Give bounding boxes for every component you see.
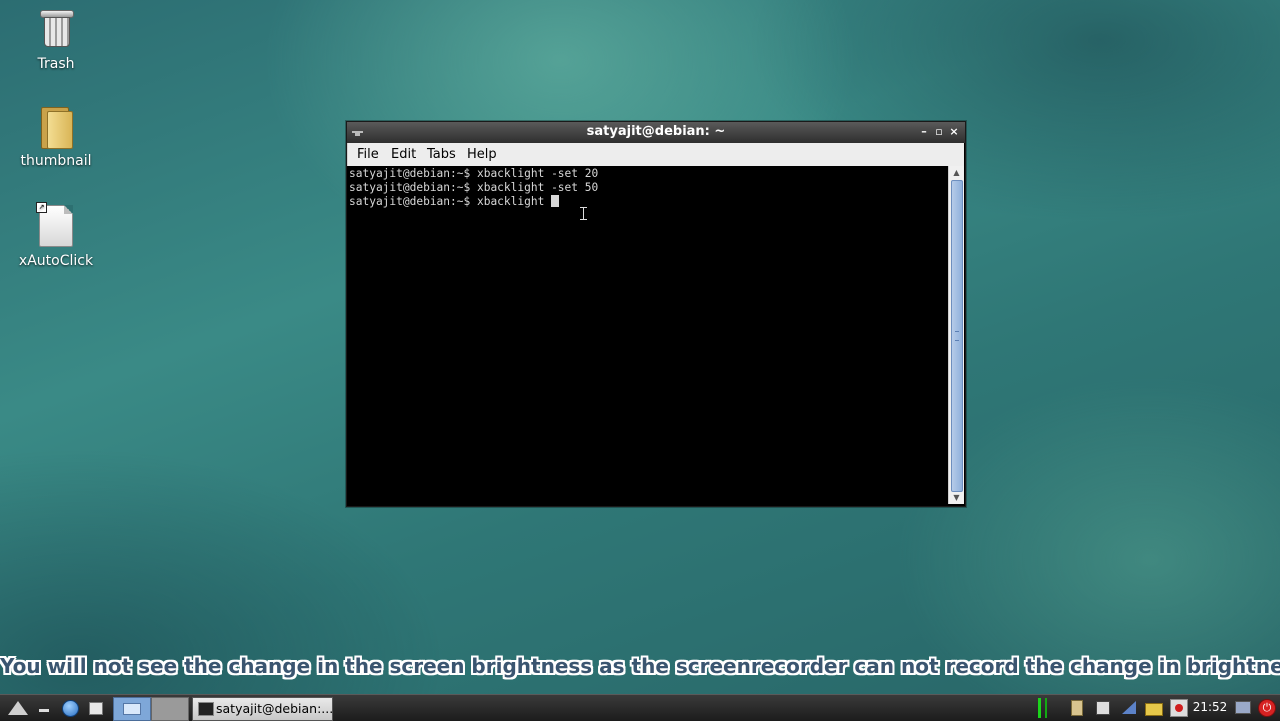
start-menu-icon[interactable] bbox=[4, 697, 32, 719]
menu-help[interactable]: Help bbox=[467, 146, 497, 163]
terminal-line: satyajit@debian:~$ xbacklight -set 20 bbox=[349, 167, 599, 180]
taskbar: satyajit@debian:... 21:52 ⏻ bbox=[0, 694, 1280, 721]
desktop-icon-xautoclick[interactable]: ↗ xAutoClick bbox=[11, 202, 101, 269]
tray-separator bbox=[1038, 698, 1041, 718]
minimize-all-icon[interactable] bbox=[36, 697, 52, 719]
trash-icon bbox=[40, 10, 74, 47]
minimize-button[interactable]: – bbox=[917, 122, 931, 142]
record-icon[interactable] bbox=[1170, 699, 1188, 717]
window-title: satyajit@debian: ~ bbox=[586, 124, 726, 139]
menu-edit[interactable]: Edit bbox=[391, 146, 416, 163]
desktop-icon-thumbnail[interactable]: thumbnail bbox=[11, 107, 101, 169]
tray-separator bbox=[1045, 698, 1047, 718]
mouse-ibeam-cursor-icon bbox=[580, 207, 587, 220]
desktop-icon-label: Trash bbox=[37, 56, 75, 72]
desktop-icon-label: thumbnail bbox=[20, 153, 92, 169]
network-signal-icon[interactable] bbox=[1120, 699, 1136, 715]
file-manager-icon[interactable] bbox=[86, 697, 106, 719]
desktop-icon-label: xAutoClick bbox=[18, 253, 94, 269]
menu-file[interactable]: File bbox=[357, 146, 379, 163]
folder-tray-icon[interactable] bbox=[1144, 699, 1163, 716]
clock[interactable]: 21:52 bbox=[1192, 695, 1228, 721]
menu-tabs[interactable]: Tabs bbox=[427, 146, 456, 163]
workspace-2-button[interactable] bbox=[151, 697, 189, 721]
terminal-line: satyajit@debian:~$ xbacklight -set 50 bbox=[349, 181, 599, 194]
text-cursor bbox=[551, 195, 560, 207]
web-browser-icon[interactable] bbox=[60, 697, 80, 719]
desktop-icon-trash[interactable]: Trash bbox=[11, 10, 101, 72]
power-icon[interactable]: ⏻ bbox=[1258, 699, 1276, 717]
terminal-prompt-line: satyajit@debian:~$ xbacklight bbox=[349, 195, 947, 209]
scroll-up-arrow-icon[interactable]: ▲ bbox=[949, 166, 964, 179]
workspace-1-button[interactable] bbox=[113, 697, 151, 721]
folder-icon bbox=[41, 107, 73, 149]
scrollbar-thumb[interactable] bbox=[951, 180, 963, 492]
scroll-down-arrow-icon[interactable]: ▼ bbox=[949, 491, 964, 504]
shortcut-badge-icon: ↗ bbox=[36, 202, 47, 213]
menubar: File Edit Tabs Help bbox=[347, 143, 964, 166]
taskbar-terminal-button[interactable]: satyajit@debian:... bbox=[192, 697, 333, 721]
window-titlebar[interactable]: satyajit@debian: ~ – ▫ × bbox=[347, 122, 965, 143]
clipboard-icon[interactable] bbox=[1068, 699, 1084, 716]
taskbar-task-label: satyajit@debian:... bbox=[216, 701, 334, 716]
vertical-scrollbar[interactable]: ▲ ▼ bbox=[948, 166, 964, 504]
terminal-output[interactable]: satyajit@debian:~$ xbacklight -set 20 sa… bbox=[349, 166, 947, 505]
document-icon: ↗ bbox=[36, 202, 73, 247]
video-caption: You will not see the change in the scree… bbox=[0, 654, 1280, 678]
close-button[interactable]: × bbox=[947, 122, 961, 142]
battery-icon[interactable] bbox=[1094, 699, 1110, 715]
terminal-current-input: satyajit@debian:~$ xbacklight bbox=[349, 195, 552, 208]
window-menu-icon[interactable] bbox=[352, 128, 363, 136]
terminal-icon bbox=[198, 702, 214, 716]
maximize-button[interactable]: ▫ bbox=[932, 122, 946, 142]
screen-lock-icon[interactable] bbox=[1234, 699, 1251, 715]
terminal-window[interactable]: satyajit@debian: ~ – ▫ × File Edit Tabs … bbox=[346, 121, 966, 507]
